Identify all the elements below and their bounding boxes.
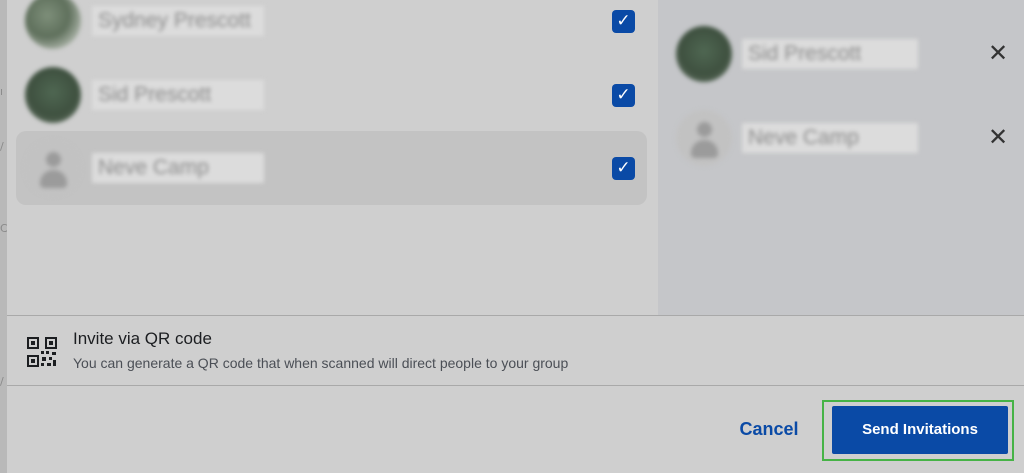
- friend-row[interactable]: Neve Camp ✓: [16, 131, 647, 205]
- friend-checkbox[interactable]: ✓: [612, 157, 635, 180]
- close-icon[interactable]: ✕: [985, 124, 1011, 150]
- close-icon[interactable]: ✕: [985, 40, 1011, 66]
- friend-name: Sid Prescott: [92, 80, 264, 110]
- selected-friend-item: Sid Prescott ✕: [676, 26, 1008, 82]
- dialog-footer: Cancel Send Invitations: [7, 386, 1024, 473]
- invite-friends-dialog: Sydney Prescott ✓ Sid Prescott ✓ Neve Ca…: [7, 0, 1024, 473]
- friend-row[interactable]: Sid Prescott ✓: [16, 58, 647, 132]
- friend-checkbox[interactable]: ✓: [612, 10, 635, 33]
- friends-list: Sydney Prescott ✓ Sid Prescott ✓ Neve Ca…: [7, 0, 658, 315]
- qr-code-icon: [27, 337, 57, 367]
- selected-friend-avatar: [676, 26, 732, 82]
- selected-friend-item: Neve Camp ✕: [676, 110, 1008, 166]
- default-avatar-icon: [25, 140, 81, 196]
- qr-invite-description: You can generate a QR code that when sca…: [73, 355, 569, 371]
- selected-friend-name: Neve Camp: [742, 123, 918, 153]
- friend-row[interactable]: Sydney Prescott ✓: [16, 0, 647, 58]
- selected-friend-name: Sid Prescott: [742, 39, 918, 69]
- friend-avatar: [25, 0, 81, 49]
- cancel-button[interactable]: Cancel: [729, 417, 809, 441]
- friend-avatar: [25, 67, 81, 123]
- qr-invite-title: Invite via QR code: [73, 329, 212, 348]
- qr-invite-option[interactable]: Invite via QR code You can generate a QR…: [7, 316, 1024, 385]
- send-invitations-button[interactable]: Send Invitations: [832, 406, 1008, 454]
- friend-name: Neve Camp: [92, 153, 264, 183]
- friend-checkbox[interactable]: ✓: [612, 84, 635, 107]
- default-avatar-icon: [676, 110, 732, 166]
- friend-name: Sydney Prescott: [92, 6, 264, 36]
- selected-friends-panel: Sid Prescott ✕ Neve Camp ✕: [658, 0, 1024, 315]
